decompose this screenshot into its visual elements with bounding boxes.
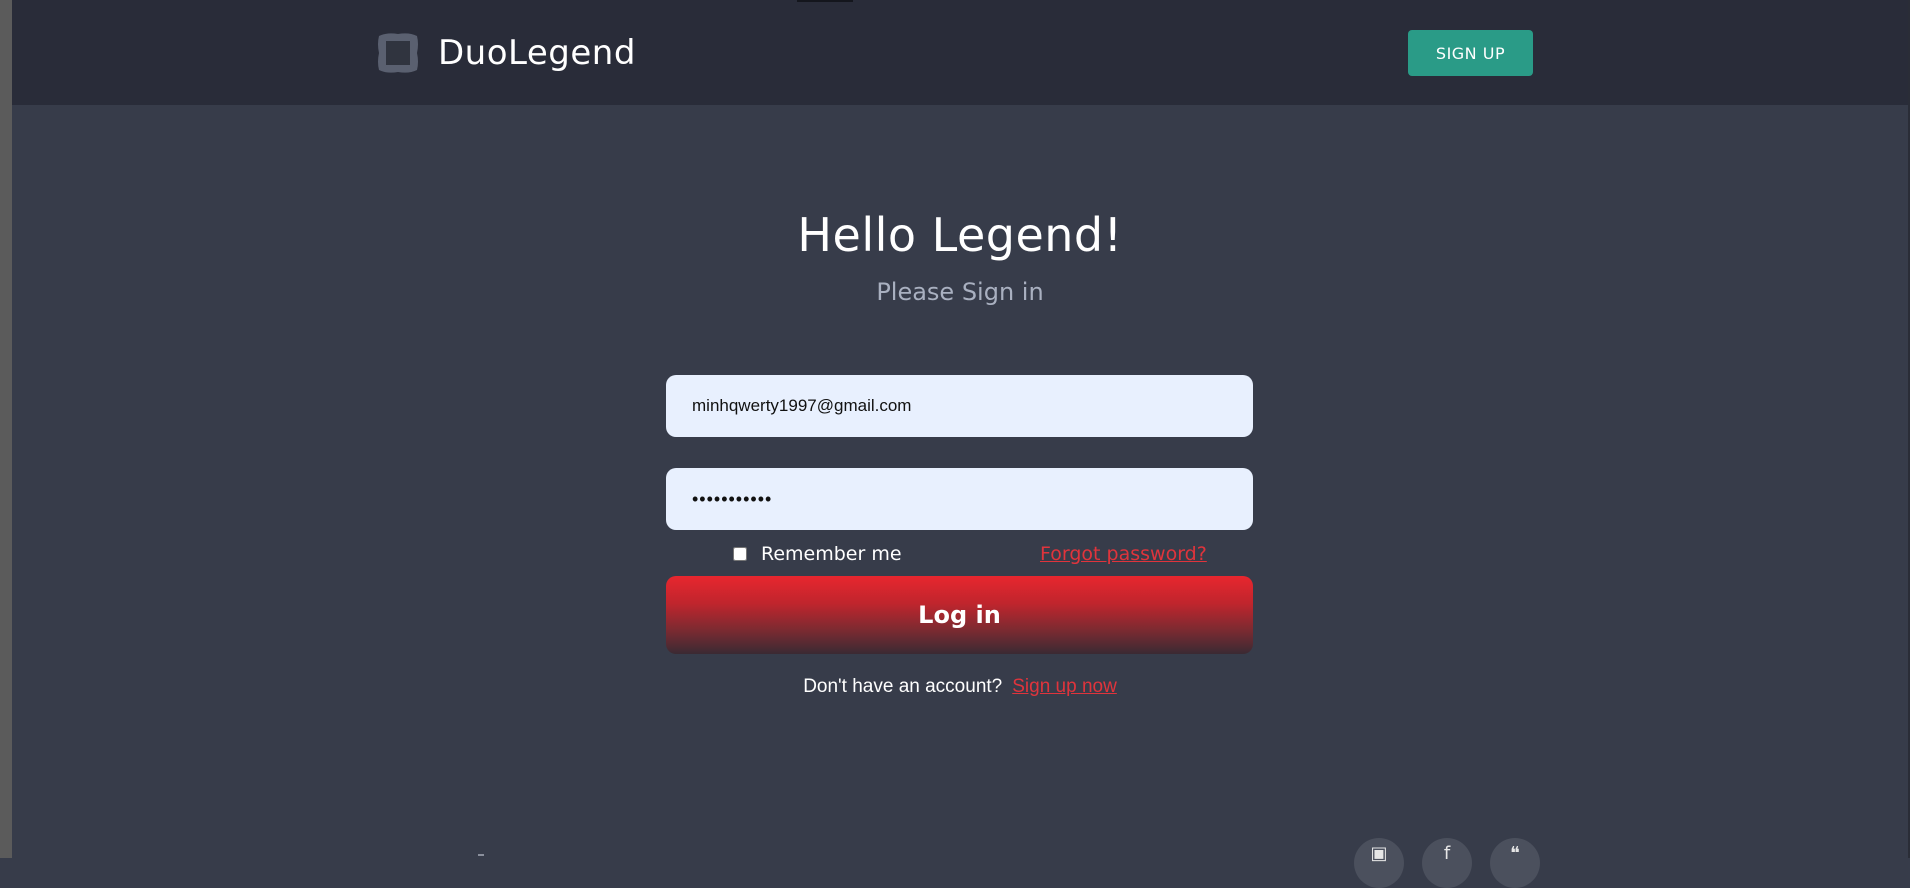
brand-name: DuoLegend [438, 33, 636, 73]
top-navbar [12, 0, 1908, 105]
remember-me-checkbox[interactable] [733, 547, 747, 561]
login-button[interactable]: Log in [666, 576, 1253, 654]
sign-up-now-link[interactable]: Sign up now [1012, 676, 1117, 697]
window-edge [0, 0, 12, 858]
page-subtitle: Please Sign in [876, 278, 1044, 306]
browser-notch [797, 0, 853, 2]
forgot-password-link[interactable]: Forgot password? [1040, 543, 1207, 565]
no-account-text: Don't have an account? [803, 676, 1003, 697]
email-field[interactable] [666, 375, 1253, 437]
password-field[interactable] [666, 468, 1253, 530]
frame-logo-icon [378, 33, 418, 73]
footer-mark [478, 854, 484, 856]
remember-me: Remember me [733, 543, 902, 565]
facebook-icon[interactable]: f [1422, 838, 1472, 888]
signup-prompt: Don't have an account? Sign up now [0, 676, 1910, 698]
brand[interactable]: DuoLegend [375, 30, 636, 76]
instagram-icon[interactable]: ▣ [1354, 838, 1404, 888]
page-title: Hello Legend! [797, 208, 1123, 262]
sign-up-button[interactable]: SIGN UP [1408, 30, 1533, 76]
twitter-icon[interactable]: ❝ [1490, 838, 1540, 888]
remember-me-label: Remember me [761, 543, 902, 565]
